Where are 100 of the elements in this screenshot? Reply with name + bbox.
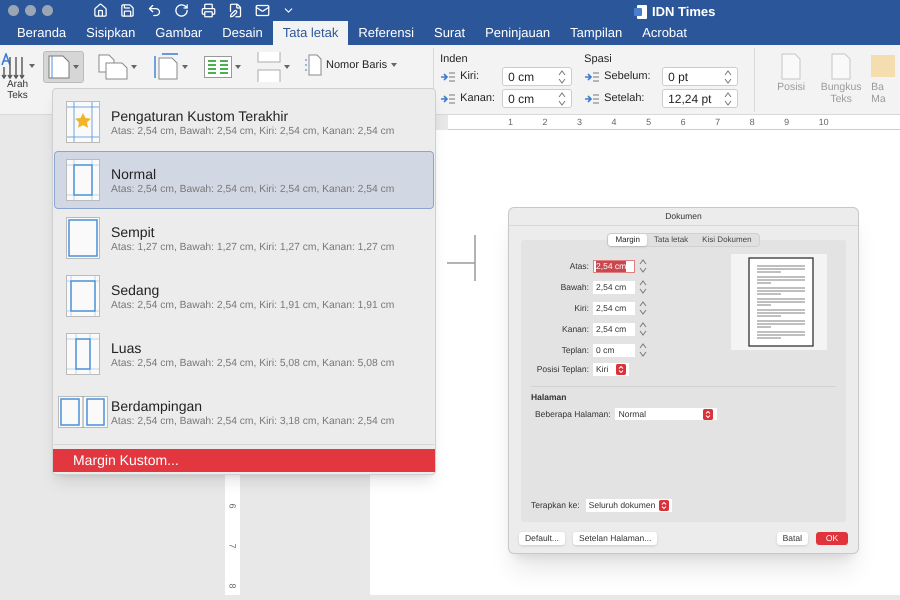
- group-title: Spasi: [584, 52, 613, 64]
- stepper-icon[interactable]: [639, 300, 647, 316]
- page-margin-icon: [66, 159, 100, 201]
- ribbon-label: Posisi: [777, 81, 806, 93]
- home-icon[interactable]: [93, 2, 108, 18]
- preset-detail: Atas: 2,54 cm, Bawah: 2,54 cm, Kiri: 2,54 cm, Kanan: 2,54 cm: [111, 182, 394, 196]
- spacing-icon: [584, 70, 600, 82]
- dialog-title: Dokumen: [665, 210, 702, 223]
- preset-detail: Atas: 2,54 cm, Bawah: 2,54 cm, Kiri: 2,54 cm, Kanan: 2,54 cm: [111, 124, 394, 138]
- ruler-number: 9: [784, 117, 790, 127]
- caret-icon: [73, 65, 79, 69]
- print-icon[interactable]: [201, 2, 216, 18]
- ribbon-tab[interactable]: Gambar: [145, 21, 212, 45]
- caret-icon: [29, 64, 35, 68]
- stepper-icon[interactable]: [558, 90, 566, 106]
- window-control[interactable]: [8, 4, 19, 16]
- text-direction-icon[interactable]: [0, 53, 26, 79]
- margin-preset[interactable]: Normal Atas: 2,54 cm, Bawah: 2,54 cm, Kiri: 2,54 cm, Kanan: 2,54 cm: [54, 151, 434, 209]
- redo-icon[interactable]: [174, 2, 189, 18]
- ruler-number: 3: [577, 117, 582, 127]
- field-label: Setelah:: [604, 91, 646, 106]
- caret-icon: [391, 63, 398, 67]
- undo-icon[interactable]: [147, 2, 162, 18]
- save-icon[interactable]: [120, 2, 135, 18]
- number-field[interactable]: 0 cm: [502, 89, 572, 108]
- preset-detail: Atas: 2,54 cm, Bawah: 2,54 cm, Kiri: 3,18 cm, Kanan: 2,54 cm: [111, 414, 394, 428]
- margin-field[interactable]: 2,54 cm: [593, 302, 635, 314]
- dialog-button[interactable]: OK: [816, 532, 848, 545]
- stepper-icon[interactable]: [724, 68, 732, 84]
- field-label: Terapkan ke:: [531, 499, 580, 512]
- dialog-tab[interactable]: Kisi Dokumen: [695, 234, 759, 246]
- breaks-icon[interactable]: [257, 52, 281, 82]
- margins-button[interactable]: [43, 51, 84, 83]
- number-field[interactable]: 0 cm: [502, 67, 572, 86]
- group-title: Inden: [440, 52, 469, 64]
- number-field[interactable]: 12,24 pt: [662, 89, 738, 108]
- number-field[interactable]: 0 pt: [662, 67, 738, 86]
- ruler-number: 6: [228, 504, 238, 508]
- caret-icon: [284, 65, 290, 69]
- field-label: Bawah:: [560, 280, 589, 294]
- line-numbers-icon[interactable]: [304, 54, 322, 76]
- gutter-position-select[interactable]: Kiri: [593, 363, 629, 376]
- spacing-icon: [584, 92, 600, 104]
- ribbon-tab[interactable]: Surat: [424, 21, 476, 45]
- orientation-icon[interactable]: [98, 54, 128, 80]
- stepper-icon[interactable]: [724, 90, 732, 106]
- margin-field[interactable]: 2,54 cm: [593, 260, 635, 272]
- window-control[interactable]: [42, 4, 53, 16]
- window-control[interactable]: [25, 4, 36, 16]
- custom-margins-item[interactable]: Margin Kustom...: [53, 449, 435, 472]
- multiple-pages-select[interactable]: Normal: [614, 408, 717, 420]
- margin-preset[interactable]: Pengaturan Kustom Terakhir Atas: 2,54 cm, Bawah: 2,54 cm, Kiri: 2,54 cm, Kanan: 2,54 cm: [54, 93, 434, 151]
- ribbon-tab[interactable]: Referensi: [348, 21, 424, 45]
- margin-preset[interactable]: Sempit Atas: 1,27 cm, Bawah: 1,27 cm, Kiri: 1,27 cm, Kanan: 1,27 cm: [54, 209, 434, 267]
- stepper-icon[interactable]: [639, 342, 647, 358]
- dialog-tab[interactable]: Tata letak: [646, 234, 696, 246]
- ruler-number: 1: [508, 117, 514, 127]
- margin-field[interactable]: 0 cm: [593, 344, 635, 356]
- preset-name: Normal: [111, 164, 158, 182]
- preset-name: Sedang: [111, 280, 160, 298]
- envelope-icon[interactable]: [255, 2, 270, 18]
- dialog-button[interactable]: Setelan Halaman...: [573, 532, 658, 545]
- line-numbers-button[interactable]: Nomor Baris: [326, 56, 388, 74]
- margin-field[interactable]: 2,54 cm: [593, 322, 635, 336]
- ribbon-tab[interactable]: Sisipkan: [76, 21, 146, 45]
- ruler-number: 5: [646, 117, 652, 127]
- apply-to-select[interactable]: Seluruh dokumen: [586, 499, 672, 512]
- margin-preset[interactable]: Luas Atas: 2,54 cm, Bawah: 2,54 cm, Kiri: 5,08 cm, Kanan: 5,08 cm: [54, 325, 434, 383]
- margin-corner-mark: [447, 235, 477, 283]
- preset-detail: Atas: 2,54 cm, Bawah: 2,54 cm, Kiri: 5,08 cm, Kanan: 5,08 cm: [111, 356, 394, 370]
- stepper-icon[interactable]: [558, 68, 566, 84]
- ribbon-tab[interactable]: Desain: [212, 21, 273, 45]
- preset-name: Sempit: [111, 222, 156, 240]
- ribbon-label: Teks: [830, 93, 852, 105]
- ribbon-tab[interactable]: Tata letak: [272, 21, 348, 45]
- edit-document-icon[interactable]: [228, 2, 243, 18]
- ribbon-tab[interactable]: Beranda: [7, 21, 76, 45]
- field-label: Sebelum:: [604, 69, 652, 84]
- stepper-icon[interactable]: [639, 279, 647, 295]
- ribbon-label: Arah: [6, 79, 28, 90]
- margin-preset[interactable]: Berdampingan Atas: 2,54 cm, Bawah: 2,54 cm, Kiri: 3,18 cm, Kanan: 2,54 cm: [54, 383, 434, 441]
- ribbon-tab[interactable]: Peninjauan: [475, 21, 560, 45]
- document-app-icon: [634, 4, 647, 19]
- ribbon-tab[interactable]: Tampilan: [560, 21, 632, 45]
- ribbon-tab[interactable]: Acrobat: [632, 21, 698, 45]
- popup-arrows-icon[interactable]: [702, 408, 713, 420]
- margin-preset[interactable]: Sedang Atas: 2,54 cm, Bawah: 2,54 cm, Kiri: 1,91 cm, Kanan: 1,91 cm: [54, 267, 434, 325]
- dialog-button[interactable]: Default...: [519, 532, 566, 545]
- page-size-icon[interactable]: [153, 53, 179, 81]
- stepper-icon[interactable]: [639, 321, 647, 337]
- dialog-tab[interactable]: Margin: [608, 234, 647, 246]
- margin-field[interactable]: 2,54 cm: [593, 280, 635, 294]
- columns-icon[interactable]: [204, 56, 232, 78]
- popup-arrows-icon[interactable]: [658, 500, 669, 511]
- dialog-button[interactable]: Batal: [776, 532, 808, 545]
- field-label: Kiri:: [573, 302, 589, 314]
- ruler-number: 8: [228, 584, 238, 588]
- popup-arrows-icon[interactable]: [616, 364, 626, 375]
- field-label: Posisi Teplan:: [536, 363, 589, 376]
- stepper-icon[interactable]: [639, 258, 647, 274]
